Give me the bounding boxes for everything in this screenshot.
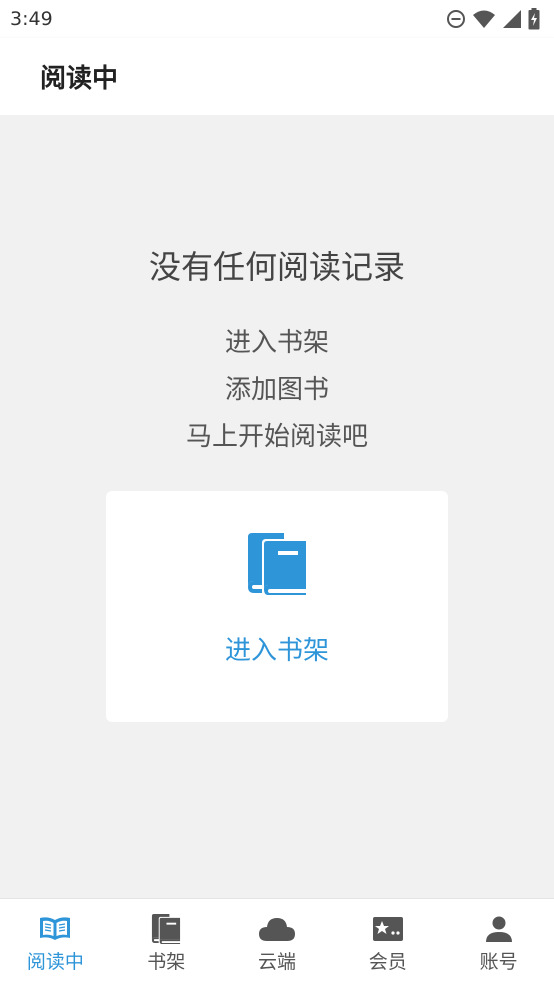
nav-item-account[interactable]: 账号 — [443, 899, 554, 985]
nav-item-member[interactable]: 会员 — [332, 899, 443, 985]
nav-item-bookshelf[interactable]: 书架 — [111, 899, 222, 985]
battery-icon — [528, 8, 540, 30]
nav-label-member: 会员 — [368, 951, 407, 973]
nav-label-cloud: 云端 — [257, 951, 296, 973]
nav-item-reading[interactable]: 阅读中 — [0, 899, 111, 985]
bottom-nav: 阅读中 书架 云端 会员 账号 — [0, 898, 554, 985]
member-card-icon — [372, 913, 404, 945]
nav-label-reading: 阅读中 — [26, 951, 84, 973]
books-icon — [150, 913, 182, 945]
empty-state-title: 没有任何阅读记录 — [148, 248, 405, 286]
cell-signal-icon — [502, 9, 522, 29]
empty-state-hint: 添加图书 — [224, 375, 329, 405]
do-not-disturb-icon — [446, 9, 466, 29]
nav-label-bookshelf: 书架 — [147, 951, 186, 973]
empty-state-hints: 进入书架 添加图书 马上开始阅读吧 — [0, 320, 554, 461]
app-header: 阅读中 — [0, 38, 554, 115]
status-bar: 3:49 — [0, 0, 554, 38]
status-icons — [446, 8, 540, 30]
open-book-icon — [38, 913, 72, 945]
cloud-icon — [258, 913, 296, 945]
person-icon — [485, 913, 513, 945]
nav-label-account: 账号 — [479, 951, 518, 973]
nav-item-cloud[interactable]: 云端 — [222, 899, 333, 985]
wifi-icon — [472, 9, 496, 29]
go-to-bookshelf-button[interactable]: 进入书架 — [106, 491, 448, 722]
empty-state-hint: 进入书架 — [224, 328, 329, 358]
main-content: 没有任何阅读记录 进入书架 添加图书 马上开始阅读吧 进入书架 — [0, 115, 554, 898]
go-to-bookshelf-label: 进入书架 — [224, 636, 329, 666]
status-time: 3:49 — [10, 8, 53, 30]
empty-state-hint: 马上开始阅读吧 — [185, 422, 368, 452]
books-icon — [244, 531, 310, 601]
page-title: 阅读中 — [40, 64, 119, 94]
